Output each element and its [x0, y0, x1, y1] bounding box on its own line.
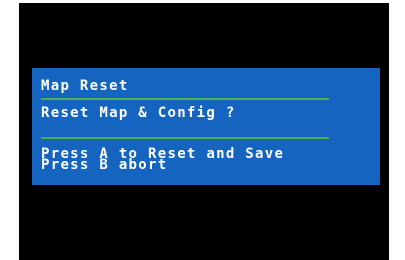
map-reset-dialog: Map Reset Reset Map & Config ? Press A t… — [32, 68, 380, 185]
reset-question: Reset Map & Config ? — [41, 105, 236, 121]
dialog-title: Map Reset — [41, 78, 129, 94]
press-b-instruction: Press B abort — [41, 157, 168, 173]
title-divider — [41, 98, 329, 100]
question-divider — [41, 137, 329, 139]
game-screen: Map Reset Reset Map & Config ? Press A t… — [19, 3, 389, 260]
